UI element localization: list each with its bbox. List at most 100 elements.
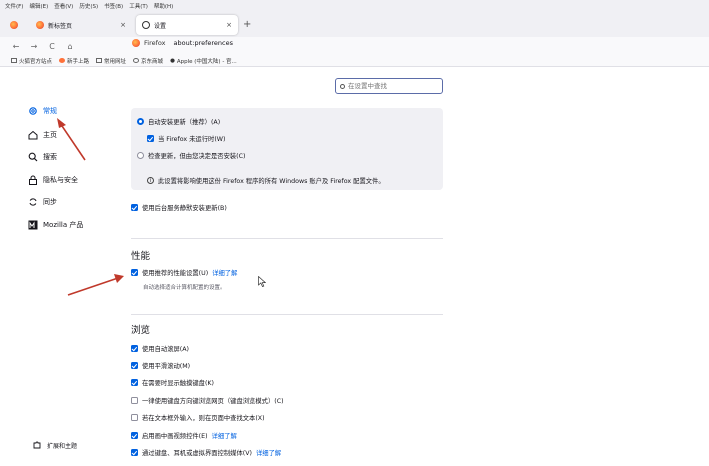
annotation-arrowhead-performance (114, 274, 124, 283)
reload-button[interactable]: C (43, 42, 61, 51)
bookmark-label: Apple (中国大陆) - 官... (176, 58, 237, 65)
bookmark-item[interactable]: ● Apple (中国大陆) - 官... (170, 57, 237, 65)
checkbox-checked[interactable] (131, 362, 138, 369)
checkbox-touch-keyboard[interactable]: 在需要时显示触摸键盘(K) (131, 378, 214, 387)
settings-search[interactable] (335, 78, 443, 94)
checkbox-background-service[interactable]: 使用后台服务静默安装更新(B) (131, 203, 227, 212)
checkbox-checked[interactable] (131, 345, 138, 352)
radio-auto-install[interactable]: 自动安装更新（推荐）(A) (137, 117, 220, 126)
bookmark-label: 常用网址 (104, 58, 127, 65)
checkbox-autoscroll[interactable]: 使用自动滚屏(A) (131, 344, 189, 353)
annotation-arrow-performance (67, 277, 119, 296)
folder-icon (96, 58, 103, 63)
checkbox-label: 通过键盘、耳机或虚拟界面控制媒体(V) (142, 450, 252, 457)
menu-view[interactable]: 查看(V) (54, 2, 73, 10)
checkbox-smooth-scrolling[interactable]: 使用平滑滚动(M) (131, 361, 190, 370)
learn-more-link[interactable]: 详细了解 (212, 431, 237, 440)
back-button[interactable]: ← (7, 42, 25, 51)
bookmark-label: 新手上路 (67, 58, 90, 65)
sidebar-item-label: 搜索 (43, 153, 57, 161)
bookmark-label: 京东商城 (141, 58, 164, 65)
radio-check-only[interactable]: 检查更新，但由您决定是否安装(C) (137, 151, 245, 160)
menu-bookmarks[interactable]: 书签(B) (104, 2, 123, 10)
lock-icon (28, 175, 38, 185)
firefox-icon (59, 58, 66, 63)
learn-more-link[interactable]: 详细了解 (256, 448, 281, 457)
sidebar-item-privacy[interactable]: 隐私与安全 (28, 175, 78, 185)
sidebar-item-general[interactable]: 常规 (28, 106, 57, 116)
forward-button[interactable]: → (25, 42, 43, 51)
performance-heading: 性能 (131, 251, 151, 262)
mouse-cursor-icon (258, 276, 266, 287)
gear-icon (28, 106, 38, 116)
sidebar-item-label: 扩展和主题 (47, 442, 78, 450)
url-path: about:preferences (173, 39, 234, 47)
checkbox-unchecked[interactable] (131, 397, 138, 404)
menu-file[interactable]: 文件(F) (5, 2, 23, 10)
checkbox-checked[interactable] (147, 135, 154, 142)
radio-unselected[interactable] (137, 152, 144, 159)
annotation-overlay (57, 118, 124, 296)
sidebar-item-label: 同步 (43, 198, 57, 206)
checkbox-recommended-performance[interactable]: 使用推荐的性能设置(U) 详细了解 (131, 268, 237, 277)
new-tab-button[interactable]: + (243, 19, 251, 30)
search-icon (340, 83, 345, 89)
menu-bar: 文件(F) 编辑(E) 查看(V) 历史(S) 书签(B) 工具(T) 帮助(H… (0, 0, 709, 12)
sidebar-item-home[interactable]: 主页 (28, 130, 57, 140)
checkbox-label: 使用自动滚屏(A) (142, 346, 190, 353)
radio-selected[interactable] (137, 118, 144, 125)
checkbox-when-not-running[interactable]: 当 Firefox 未运行时(W) (147, 134, 225, 143)
settings-search-input[interactable] (348, 82, 438, 90)
bookmark-label: 火狐官方站点 (19, 58, 53, 65)
firefox-icon (36, 21, 44, 29)
tab-close-icon[interactable]: × (120, 21, 126, 29)
menu-edit[interactable]: 编辑(E) (29, 2, 48, 10)
sidebar-item-mozilla[interactable]: Mozilla 产品 (28, 220, 83, 230)
performance-description: 自动选择适合计算机配置的设置。 (143, 285, 226, 291)
tab-new-tab[interactable]: 新标签页 × (30, 15, 132, 35)
sync-icon (28, 197, 38, 207)
checkbox-label: 在需要时显示触摸键盘(K) (142, 380, 215, 387)
firefox-view-tab[interactable] (4, 15, 26, 35)
folder-icon (11, 58, 17, 63)
checkbox-media-control[interactable]: 通过键盘、耳机或虚拟界面控制媒体(V) 详细了解 (131, 448, 281, 457)
sidebar-item-sync[interactable]: 同步 (28, 197, 57, 207)
checkbox-caret-browsing[interactable]: 一律使用键盘方向键浏览网页（键盘浏览模式）(C) (131, 396, 284, 405)
checkbox-checked[interactable] (131, 269, 138, 276)
menu-history[interactable]: 历史(S) (79, 2, 98, 10)
firefox-icon (10, 21, 18, 29)
url-bar[interactable]: Firefox about:preferences (132, 39, 233, 47)
checkbox-checked[interactable] (131, 449, 138, 456)
radio-label: 检查更新，但由您决定是否安装(C) (148, 153, 246, 160)
checkbox-find-as-you-type[interactable]: 若在文本框外输入，则在页面中查找文本(X) (131, 413, 265, 422)
sidebar-item-search[interactable]: 搜索 (28, 152, 57, 162)
browsing-heading: 浏览 (131, 325, 151, 336)
tab-settings[interactable]: 设置 × (136, 15, 238, 35)
bookmark-item[interactable]: 常用网址 (96, 57, 126, 65)
checkbox-unchecked[interactable] (131, 414, 138, 421)
section-divider (131, 314, 443, 315)
sidebar-item-label: 常规 (43, 107, 57, 115)
annotation-arrowhead-general (57, 118, 66, 128)
update-info-note: i 此设置将影响使用这份 Firefox 程序的所有 Windows 账户及 F… (147, 176, 385, 185)
tab-close-icon[interactable]: × (226, 21, 232, 29)
home-button[interactable]: ⌂ (61, 42, 79, 51)
bookmark-item[interactable]: 新手上路 (59, 57, 89, 65)
bookmarks-toolbar: 火狐官方站点 新手上路 常用网址 京东商城 ● Apple (中国大陆) - 官.… (0, 55, 709, 67)
checkbox-checked[interactable] (131, 204, 138, 211)
checkbox-picture-in-picture[interactable]: 启用画中画视频控件(E) 详细了解 (131, 431, 237, 440)
checkbox-label: 使用推荐的性能设置(U) (142, 270, 209, 277)
checkbox-label: 使用平滑滚动(M) (142, 363, 191, 370)
menu-tools[interactable]: 工具(T) (129, 2, 148, 10)
apple-icon: ● (170, 57, 175, 64)
home-icon (28, 130, 38, 140)
checkbox-checked[interactable] (131, 432, 138, 439)
menu-help[interactable]: 帮助(H) (154, 2, 173, 10)
bookmark-item[interactable]: 京东商城 (133, 57, 163, 65)
gear-icon (142, 21, 150, 29)
sidebar-extensions[interactable]: 扩展和主题 (32, 440, 77, 450)
firefox-icon (132, 39, 140, 47)
checkbox-checked[interactable] (131, 379, 138, 386)
bookmark-item[interactable]: 火狐官方站点 (11, 57, 52, 65)
learn-more-link[interactable]: 详细了解 (212, 268, 237, 277)
